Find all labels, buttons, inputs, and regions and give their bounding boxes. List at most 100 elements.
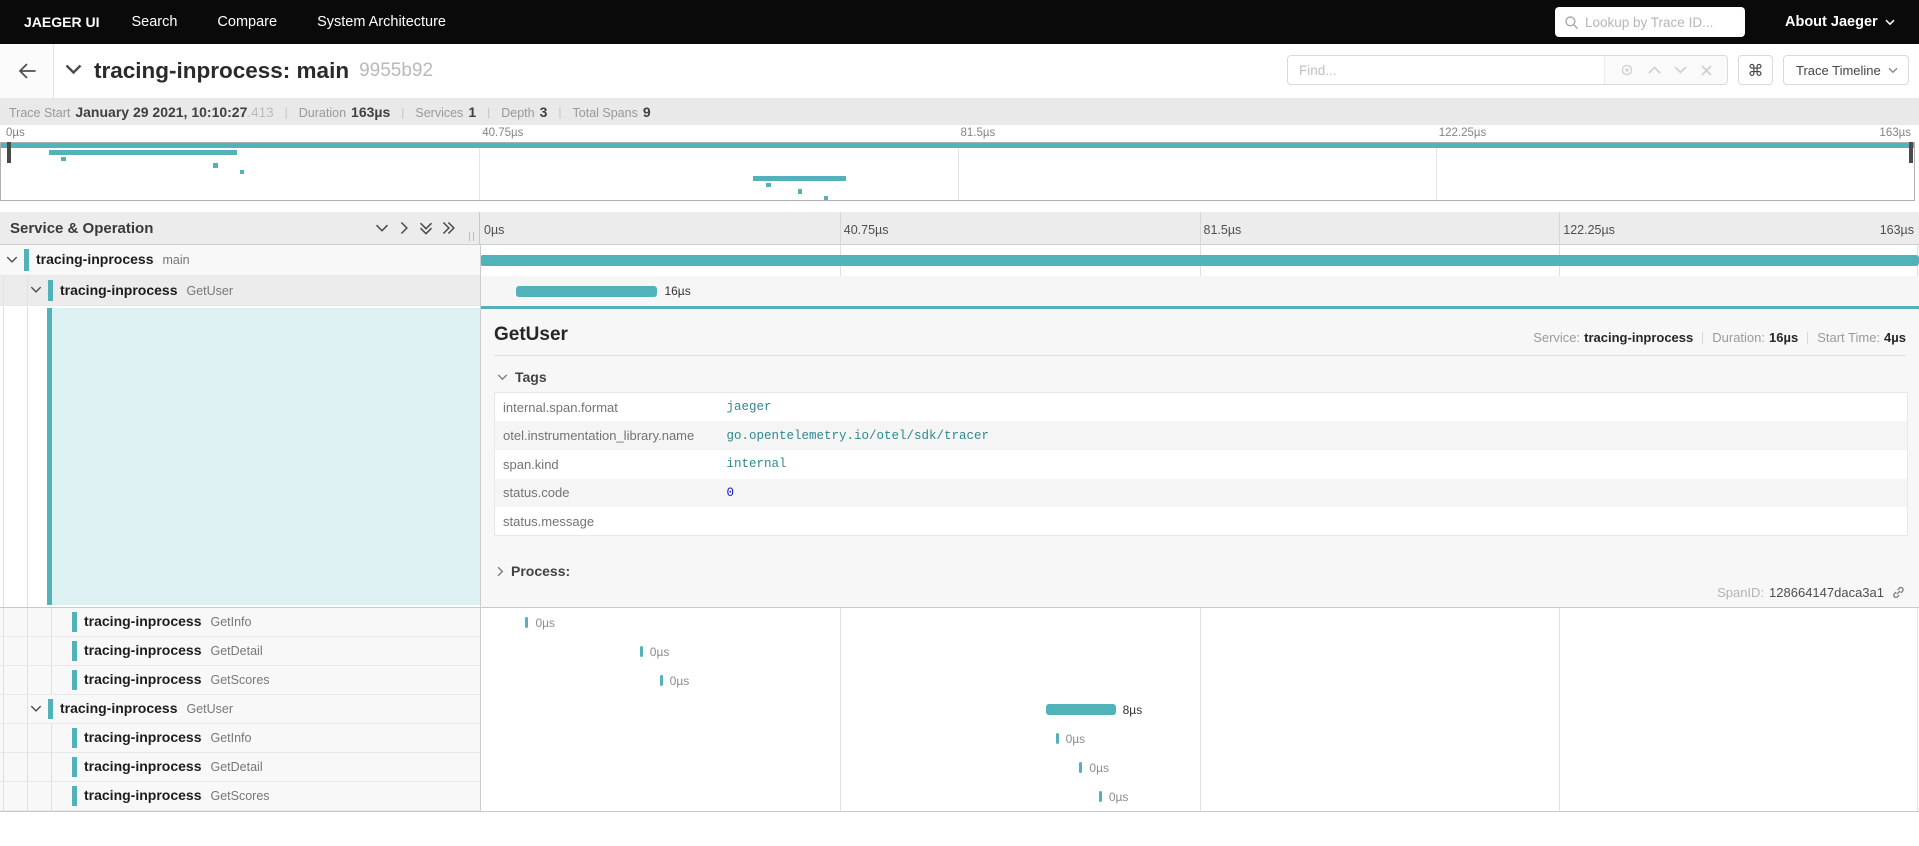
tags-section-toggle[interactable]: Tags <box>497 369 547 385</box>
span-duration-bar[interactable] <box>640 646 643 657</box>
next-match-icon[interactable] <box>1674 66 1687 74</box>
minimap-right-scrubber[interactable] <box>1909 142 1913 163</box>
span-duration-bar[interactable] <box>1046 704 1116 715</box>
meta-value: 4µs <box>1884 330 1906 345</box>
collapse-one-icon[interactable] <box>371 224 393 233</box>
selected-span-highlight <box>52 308 480 605</box>
summary-item-duration: Duration163µs <box>299 104 390 120</box>
span-duration-bar[interactable] <box>1056 733 1059 744</box>
span-bar-column[interactable]: 8µs <box>480 695 1919 724</box>
link-icon[interactable] <box>1891 585 1906 600</box>
trace-lookup-input[interactable]: Lookup by Trace ID... <box>1555 7 1745 37</box>
summary-label: Services <box>415 106 463 120</box>
indent-guide <box>51 637 52 665</box>
span-duration-bar[interactable] <box>525 617 528 628</box>
collapse-title-chevron[interactable] <box>65 62 82 80</box>
column-resize-grip[interactable] <box>469 232 474 241</box>
span-row-getinfo-6[interactable]: tracing-inprocessGetInfo 0µs <box>0 724 1919 753</box>
minimap-axis-label: 81.5µs <box>961 127 996 139</box>
span-bar-column[interactable]: 0µs <box>480 753 1919 782</box>
timeline-header: Service & Operation 0µs40.75µs81.5µs122.… <box>0 212 1919 245</box>
summary-value-fraction: .413 <box>247 105 273 120</box>
span-duration-bar[interactable] <box>516 286 657 297</box>
span-name-column[interactable]: tracing-inprocessGetInfo <box>0 724 480 753</box>
span-name-column[interactable]: tracing-inprocessGetUser <box>0 276 480 306</box>
prev-match-icon[interactable] <box>1648 66 1661 74</box>
collapse-all-icon[interactable] <box>415 222 437 235</box>
chevron-down-icon <box>497 374 508 381</box>
span-name-column[interactable]: tracing-inprocessGetUser <box>0 695 480 724</box>
tag-row-span.kind[interactable]: span.kindinternal <box>495 450 1908 479</box>
back-button[interactable] <box>0 44 54 98</box>
tag-key: otel.instrumentation_library.name <box>495 421 719 450</box>
span-bar-column[interactable]: 0µs <box>480 608 1919 637</box>
span-row-getdetail-3[interactable]: tracing-inprocessGetDetail0µs <box>0 637 1919 666</box>
clear-find-icon[interactable] <box>1701 65 1712 76</box>
span-name-column[interactable]: tracing-inprocessGetScores <box>0 666 480 695</box>
find-input[interactable]: Find... <box>1288 56 1604 84</box>
minimap-span-bar <box>766 183 771 188</box>
span-name-column[interactable]: tracing-inprocess GetInfo <box>0 608 480 637</box>
span-name-column[interactable]: tracing-inprocessmain <box>0 245 480 276</box>
operation-name: GetInfo <box>210 615 251 629</box>
chevron-right-icon <box>497 566 504 577</box>
tag-row-otel.instrumentation_library.name[interactable]: otel.instrumentation_library.namego.open… <box>495 421 1908 450</box>
expand-all-icon[interactable] <box>437 221 459 235</box>
span-name-column[interactable]: tracing-inprocessGetDetail <box>0 753 480 782</box>
tags-section-label: Tags <box>515 369 547 385</box>
span-bar-column[interactable]: 0µs <box>480 724 1919 753</box>
timeline-axis-gridline <box>1200 212 1201 244</box>
minimap-span-bar <box>824 196 829 201</box>
meta-value: 16µs <box>1769 330 1798 345</box>
summary-item-trace-start: Trace StartJanuary 29 2021, 10:10:27.413 <box>9 104 274 120</box>
span-row-getscores-8[interactable]: tracing-inprocessGetScores0µs <box>0 782 1919 811</box>
indent-guide <box>27 276 28 305</box>
span-row-getuser-5[interactable]: tracing-inprocessGetUser8µs <box>0 695 1919 724</box>
service-name-text: tracing-inprocess <box>84 613 201 629</box>
span-bar-column[interactable]: 0µs <box>480 782 1919 811</box>
tags-table: internal.span.formatjaegerotel.instrumen… <box>494 392 1908 536</box>
span-expand-chevron[interactable] <box>30 705 42 713</box>
span-duration-label: 0µs <box>1066 732 1086 746</box>
span-expand-chevron[interactable] <box>30 286 42 294</box>
tag-row-internal.span.format[interactable]: internal.span.formatjaeger <box>495 393 1908 422</box>
indent-guide <box>27 608 28 636</box>
trace-summary-bar: Trace StartJanuary 29 2021, 10:10:27.413… <box>0 98 1919 125</box>
about-jaeger-menu[interactable]: About Jaeger <box>1785 0 1895 44</box>
span-row-getscores-4[interactable]: tracing-inprocessGetScores0µs <box>0 666 1919 695</box>
meta-label: Start Time: <box>1817 330 1880 345</box>
app-brand[interactable]: JAEGER UI <box>24 14 99 30</box>
span-bar-column[interactable]: 0µs <box>480 666 1919 695</box>
span-name-column[interactable]: tracing-inprocessGetScores <box>0 782 480 811</box>
indent-guide <box>27 637 28 665</box>
minimap-left-scrubber[interactable] <box>7 142 11 163</box>
span-duration-bar[interactable] <box>660 675 663 686</box>
top-nav: JAEGER UI SearchCompareSystem Architectu… <box>0 0 1919 44</box>
span-duration-bar[interactable] <box>1079 762 1082 773</box>
span-duration-bar[interactable] <box>480 255 1919 266</box>
span-row-getinfo-2[interactable]: tracing-inprocess GetInfo 0µs <box>0 608 1919 637</box>
expand-one-icon[interactable] <box>393 221 415 235</box>
process-section-toggle[interactable]: Process: <box>497 563 570 579</box>
nav-item-compare[interactable]: Compare <box>197 14 297 30</box>
span-row-getuser-1[interactable]: tracing-inprocessGetUser16µs <box>0 276 1919 306</box>
span-row-main-0[interactable]: tracing-inprocessmain <box>0 245 1919 276</box>
span-bar-column[interactable] <box>480 245 1919 276</box>
nav-item-system-architecture[interactable]: System Architecture <box>297 14 466 30</box>
operation-name: GetUser <box>186 702 233 716</box>
trace-minimap[interactable] <box>0 142 1915 201</box>
keyboard-shortcuts-button[interactable]: ⌘ <box>1738 55 1773 85</box>
nav-item-search[interactable]: Search <box>111 14 197 30</box>
trace-view-select[interactable]: Trace Timeline <box>1783 55 1909 85</box>
span-bar-column[interactable]: 16µs <box>480 276 1919 306</box>
span-bar-column[interactable]: 0µs <box>480 637 1919 666</box>
span-name-column[interactable]: tracing-inprocessGetDetail <box>0 637 480 666</box>
focus-match-icon[interactable] <box>1620 63 1634 77</box>
tag-row-status.message[interactable]: status.message <box>495 507 1908 536</box>
span-duration-bar[interactable] <box>1099 791 1102 802</box>
tag-row-status.code[interactable]: status.code0 <box>495 479 1908 508</box>
summary-separator: | <box>401 105 404 119</box>
span-expand-chevron[interactable] <box>6 256 18 264</box>
timeline-axis-label: 163µs <box>1880 223 1914 237</box>
span-row-getdetail-7[interactable]: tracing-inprocessGetDetail0µs <box>0 753 1919 782</box>
